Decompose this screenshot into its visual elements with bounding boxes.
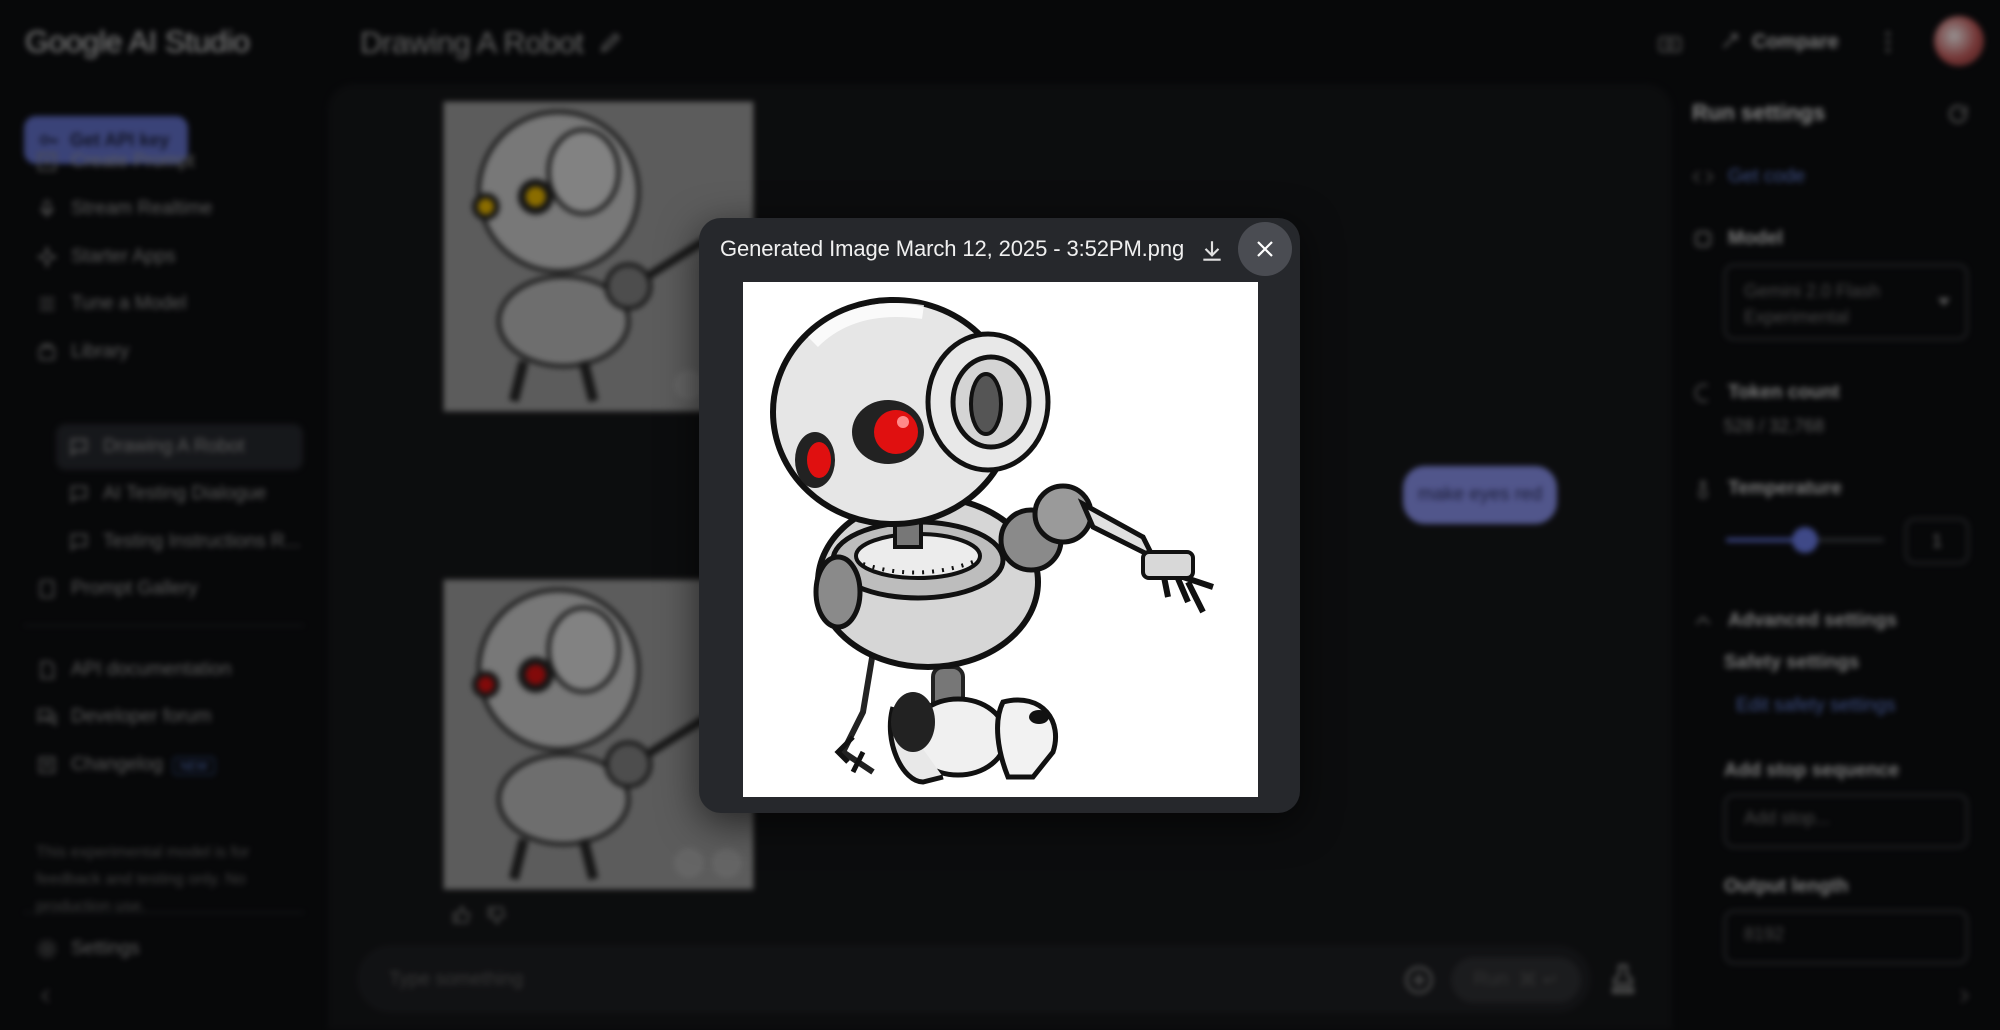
- robot-illustration: [743, 282, 1258, 797]
- image-preview-dialog: Generated Image March 12, 2025 - 3:52PM.…: [699, 218, 1300, 813]
- close-icon: [1257, 241, 1273, 257]
- generated-image-preview: [743, 282, 1258, 797]
- image-filename: Generated Image March 12, 2025 - 3:52PM.…: [720, 236, 1185, 261]
- close-button[interactable]: [1238, 222, 1292, 276]
- download-icon[interactable]: [1199, 238, 1225, 264]
